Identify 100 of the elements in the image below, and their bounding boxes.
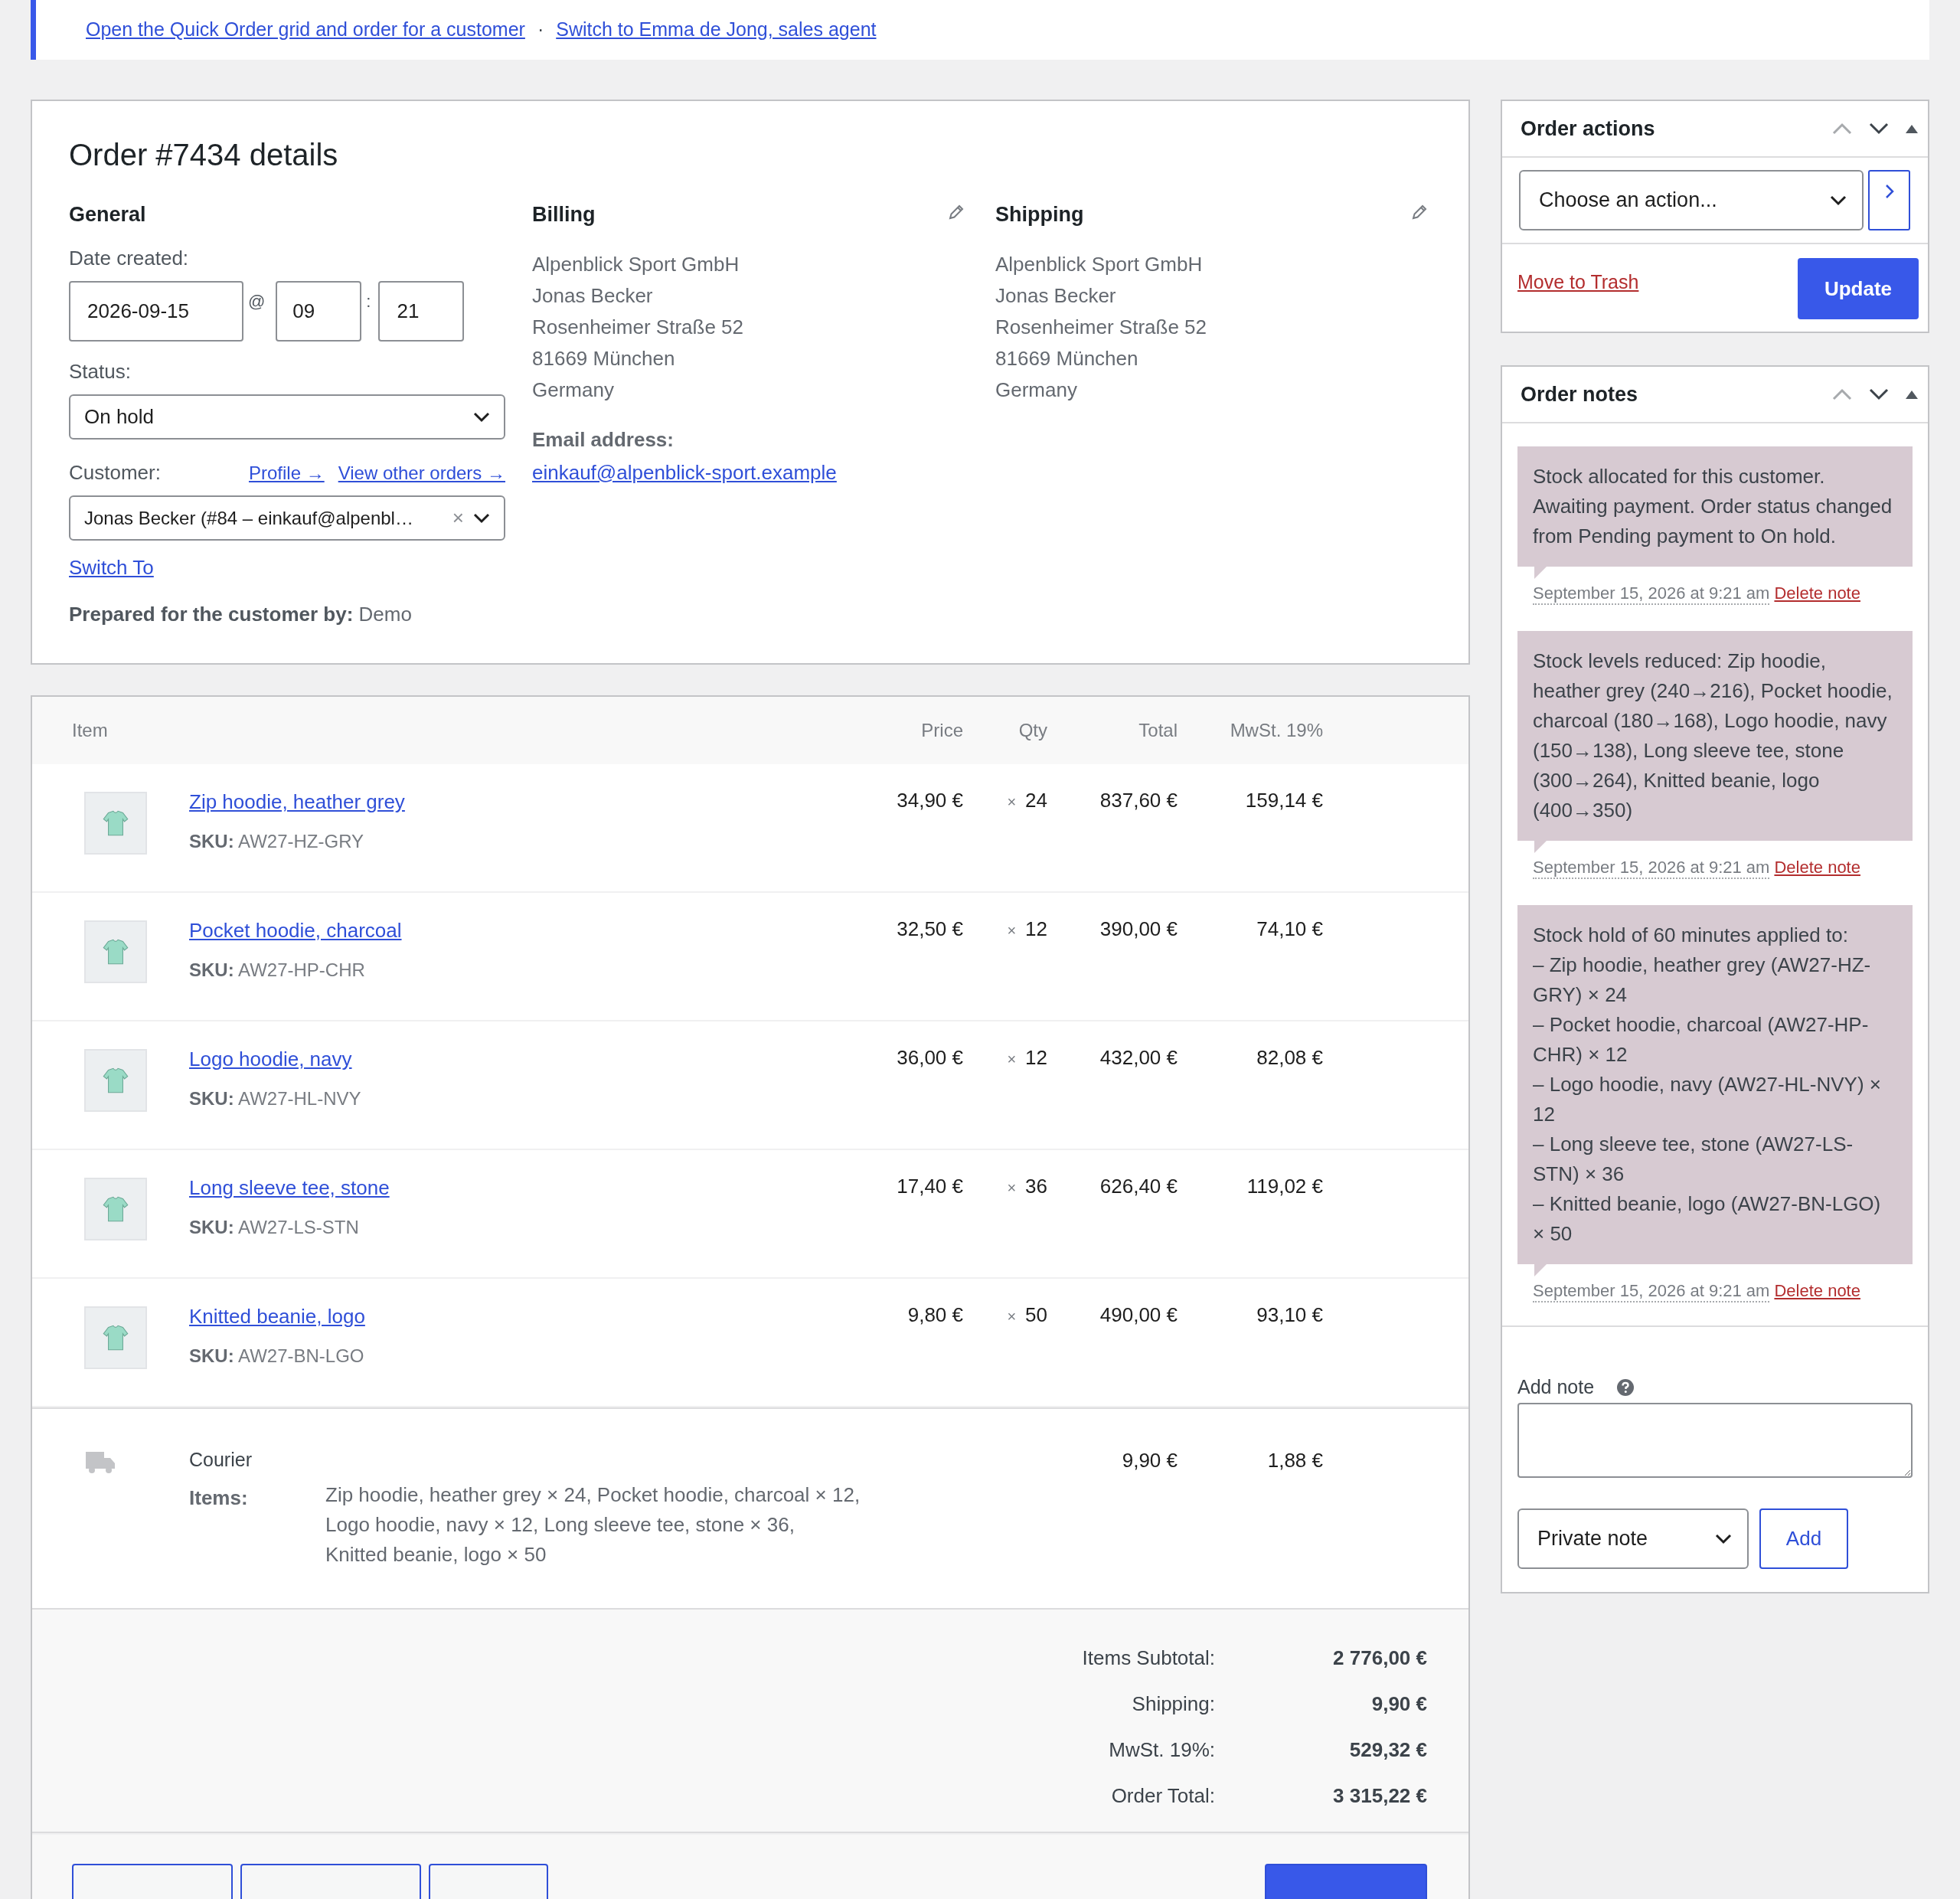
separator-dot: · xyxy=(537,18,544,41)
box-title: Order actions xyxy=(1521,116,1655,141)
add-note-button[interactable]: Add xyxy=(1759,1508,1848,1569)
address-line: Germany xyxy=(995,378,1078,402)
totals-label: Items Subtotal: xyxy=(1081,1646,1215,1671)
status-select[interactable]: On hold xyxy=(69,394,505,440)
totals-value: 3 315,22 € xyxy=(1332,1784,1427,1809)
price-cell-text: 17,40 € xyxy=(896,1175,963,1198)
chevron-down-icon xyxy=(1715,1533,1732,1544)
totals-label: Shipping: xyxy=(1131,1692,1215,1717)
other-orders-link[interactable]: View other orders → xyxy=(338,462,505,484)
tax-cell-text: 159,14 € xyxy=(1244,789,1323,812)
price-cell-text: 36,00 € xyxy=(896,1046,963,1070)
column-header: Item xyxy=(72,720,109,741)
total-cell-text: 837,60 € xyxy=(1099,789,1178,812)
address-line: Alpenblick Sport GmbH xyxy=(532,253,740,276)
qty-cell: 12 xyxy=(1025,917,1047,941)
notice-link[interactable]: Switch to Emma de Jong, sales agent xyxy=(556,18,877,41)
column-header: Total xyxy=(1138,720,1178,741)
tax-cell-text: 82,08 € xyxy=(1256,1046,1323,1070)
date-field[interactable]: 2026-09-15 xyxy=(69,281,243,342)
update-button[interactable]: Update xyxy=(1798,258,1919,319)
product-link[interactable]: Long sleeve tee, stone xyxy=(189,1176,390,1200)
triangle-up-icon xyxy=(1905,124,1919,133)
section-heading: Shipping xyxy=(995,203,1084,227)
totals-label: Order Total: xyxy=(1110,1784,1215,1809)
chevron-down-icon xyxy=(473,411,490,423)
chevron-right-icon xyxy=(1884,184,1894,199)
customer-select[interactable]: Jonas Becker (#84 – einkauf@alpenbl… × xyxy=(69,495,505,541)
totals-value: 9,90 € xyxy=(1370,1692,1427,1717)
address-line: 81669 München xyxy=(532,347,676,371)
action-select[interactable]: Choose an action... xyxy=(1519,170,1864,230)
product-link[interactable]: Knitted beanie, logo xyxy=(189,1305,365,1329)
times-sign: × xyxy=(1007,793,1017,811)
tax-cell-text: 74,10 € xyxy=(1256,917,1323,941)
notice-link[interactable]: Open the Quick Order grid and order for a customer xyxy=(86,18,525,41)
at-sign: @ xyxy=(248,291,266,312)
clear-icon: × xyxy=(452,506,464,530)
total-cell-text: 490,00 € xyxy=(1099,1303,1178,1327)
times-sign: × xyxy=(1007,922,1017,940)
add-note-label: Add note xyxy=(1517,1376,1595,1398)
section-heading: Billing xyxy=(532,203,596,227)
chevron-down-icon xyxy=(1868,388,1890,400)
triangle-up-icon xyxy=(1905,390,1919,399)
delete-note-link[interactable]: Delete note xyxy=(1774,858,1860,879)
section-heading: General xyxy=(69,203,147,227)
chevron-down-icon xyxy=(1868,123,1890,135)
sku-text: SKU: AW27-BN-LGO xyxy=(189,1345,365,1367)
address-line: 81669 München xyxy=(995,347,1139,371)
email-link[interactable]: einkauf@alpenblick-sport.example xyxy=(532,461,837,485)
chevron-down-icon xyxy=(1830,194,1847,206)
address-line: Rosenheimer Straße 52 xyxy=(532,315,745,339)
product-link[interactable]: Zip hoodie, heather grey xyxy=(189,790,405,814)
price-cell-text: 32,50 € xyxy=(896,917,963,941)
chevron-down-icon xyxy=(473,512,490,524)
delete-note-link[interactable]: Delete note xyxy=(1774,1281,1860,1302)
tax-cell-text: 1,88 € xyxy=(1266,1449,1323,1472)
column-header: MwSt. 19% xyxy=(1229,720,1323,741)
totals-value: 2 776,00 € xyxy=(1332,1646,1427,1671)
note-date: September 15, 2026 at 9:21 am xyxy=(1533,858,1770,879)
note-date: September 15, 2026 at 9:21 am xyxy=(1533,1281,1770,1302)
product-link[interactable]: Pocket hoodie, charcoal xyxy=(189,919,402,943)
delete-note-link[interactable]: Delete note xyxy=(1774,583,1860,605)
product-link[interactable]: Logo hoodie, navy xyxy=(189,1048,352,1071)
qty-cell: 12 xyxy=(1025,1046,1047,1070)
tax-cell-text: 93,10 € xyxy=(1256,1303,1323,1327)
field-label: Customer: xyxy=(69,461,161,485)
address-line: Rosenheimer Straße 52 xyxy=(995,315,1208,339)
apply-action-button[interactable] xyxy=(1868,170,1910,230)
note-text: Stock hold of 60 minutes applied to: – Zip hoodie, heather grey (AW27-HZ-GRY) × 24 – Pocket hoodie, charcoal (AW27-HP-CHR) × 12 – Logo hoodie, navy (AW27-HL-NVY) × 12 – Long sleeve tee, stone (AW27-LS-STN) × 36 – Knitted beanie, logo (AW27-BN-LGO) × 50 xyxy=(1533,923,1881,1245)
price-cell-text: 34,90 € xyxy=(896,789,963,812)
hour-field[interactable]: 09 xyxy=(276,281,362,342)
prepared-by-text: Prepared for the customer by: Demo xyxy=(69,603,413,626)
chevron-up-icon xyxy=(1831,388,1853,400)
totals-label: MwSt. 19%: xyxy=(1108,1738,1215,1763)
address-line: Alpenblick Sport GmbH xyxy=(995,253,1204,276)
field-label: Status: xyxy=(69,360,132,384)
profile-link[interactable]: Profile → xyxy=(248,462,325,484)
help-icon xyxy=(1617,1378,1635,1396)
switch-to-link[interactable]: Switch To xyxy=(69,556,154,580)
shipping-items-text: Zip hoodie, heather grey × 24, Pocket hoodie, charcoal × 12, Logo hoodie, navy × 12, Long sleeve tee, stone × 36, Knitted beanie, logo × 50 xyxy=(325,1482,861,1567)
pencil-icon xyxy=(947,203,965,221)
sku-text: SKU: AW27-HP-CHR xyxy=(189,959,366,981)
times-sign: × xyxy=(1007,1308,1017,1325)
note-type-select[interactable]: Private note xyxy=(1517,1508,1749,1569)
items-label: Items: xyxy=(189,1486,249,1511)
pencil-icon xyxy=(1410,203,1429,221)
column-header: Qty xyxy=(1018,720,1048,741)
times-sign: × xyxy=(1007,1051,1017,1068)
box-title: Order notes xyxy=(1521,382,1638,407)
address-line: Jonas Becker xyxy=(995,284,1117,308)
sku-text: SKU: AW27-HL-NVY xyxy=(189,1088,362,1110)
address-line: Germany xyxy=(532,378,615,402)
minute-field[interactable]: 21 xyxy=(378,281,465,342)
trash-link[interactable]: Move to Trash xyxy=(1517,270,1639,293)
colon-sign: : xyxy=(366,291,371,312)
note-input[interactable] xyxy=(1517,1403,1913,1478)
totals-value: 529,32 € xyxy=(1348,1738,1427,1763)
order-title: Order #7434 details xyxy=(69,138,339,172)
note-text: Stock levels reduced: Zip hoodie, heather grey (240→216), Pocket hoodie, charcoal (180→168), Logo hoodie, navy (150→138), Long sleeve tee, stone (300→264), Knitted beanie, logo (400→350) xyxy=(1533,649,1893,822)
